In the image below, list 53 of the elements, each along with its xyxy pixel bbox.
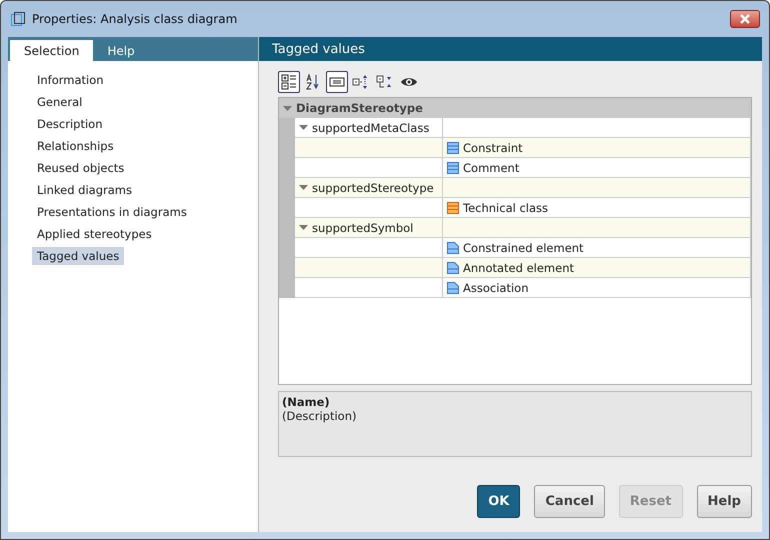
categorized-button[interactable]	[278, 71, 300, 93]
class-icon	[447, 162, 459, 174]
expand-triangle-icon[interactable]	[283, 104, 292, 112]
property-cell[interactable]: supportedSymbol	[295, 218, 443, 238]
expand-triangle-icon[interactable]	[299, 183, 308, 192]
class-icon	[447, 202, 459, 214]
description-text: (Description)	[282, 409, 358, 423]
panel-header: Tagged values	[259, 37, 762, 61]
tab[interactable]: Help	[93, 40, 149, 61]
value-label: Annotated element	[463, 260, 574, 274]
sidebar-item[interactable]: Presentations in diagrams	[32, 203, 192, 221]
value-cell[interactable]: Constraint	[443, 138, 751, 158]
expand-all-icon	[352, 73, 370, 91]
expand-triangle-icon[interactable]	[299, 223, 308, 232]
sidebar-item[interactable]: Relationships	[32, 137, 119, 155]
sidebar-item[interactable]: Information	[32, 71, 109, 89]
value-label: Constraint	[463, 140, 523, 154]
dialog-button[interactable]: Help	[696, 485, 752, 518]
sidebar-item[interactable]: Applied stereotypes	[32, 225, 157, 243]
expand-triangle-icon[interactable]	[299, 123, 308, 132]
category-label: DiagramStereotype	[296, 101, 423, 115]
document-icon	[447, 242, 459, 254]
window-title: Properties: Analysis class diagram	[32, 12, 238, 26]
value-label: Technical class	[463, 200, 548, 214]
value-cell[interactable]: Annotated element	[443, 258, 751, 278]
close-icon	[740, 14, 750, 24]
close-button[interactable]	[730, 10, 760, 28]
sidebar-item[interactable]: Linked diagrams	[32, 181, 137, 199]
value-cell[interactable]	[443, 178, 751, 198]
sidebar-item[interactable]: Reused objects	[32, 159, 130, 177]
value-label: Association	[463, 280, 528, 294]
description-name: (Name)	[282, 395, 331, 409]
tab[interactable]: Selection	[10, 40, 94, 61]
category-row[interactable]: DiagramStereotype	[279, 98, 751, 118]
value-label: Constrained element	[463, 240, 584, 254]
document-icon	[447, 282, 459, 294]
sidebar-item[interactable]: General	[32, 93, 88, 111]
dialog-button[interactable]: Cancel	[534, 485, 605, 518]
property-cell[interactable]: supportedStereotype	[295, 178, 443, 198]
value-cell[interactable]: Association	[443, 278, 751, 298]
sidebar-item[interactable]: Tagged values	[32, 247, 124, 265]
categorized-icon	[280, 73, 298, 91]
description-button[interactable]	[326, 71, 348, 93]
property-label: supportedSymbol	[312, 220, 414, 234]
dialog-button[interactable]: OK	[477, 485, 520, 518]
window-icon	[10, 11, 26, 27]
class-icon	[447, 142, 459, 154]
value-cell[interactable]	[443, 218, 751, 238]
document-icon	[447, 262, 459, 274]
value-label: Comment	[463, 160, 520, 174]
property-label: supportedMetaClass	[312, 120, 430, 134]
sidebar-item[interactable]: Description	[32, 115, 108, 133]
property-label: supportedStereotype	[312, 180, 434, 194]
